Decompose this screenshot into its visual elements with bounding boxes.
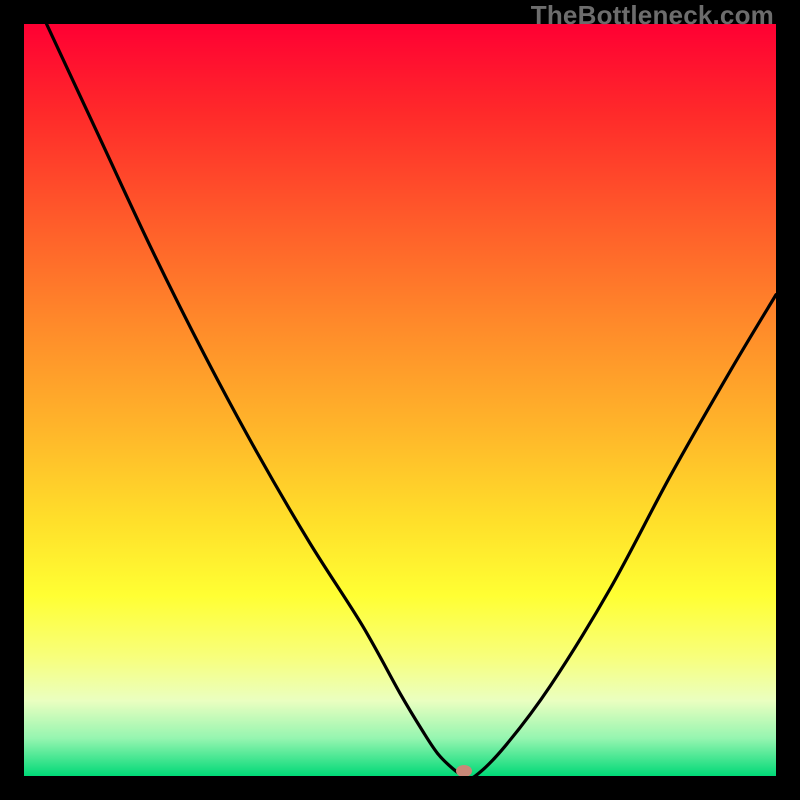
bottleneck-curve [24,24,776,776]
chart-frame: TheBottleneck.com [0,0,800,800]
watermark-text: TheBottleneck.com [531,0,774,31]
plot-area [24,24,776,776]
optimal-point-marker [456,765,472,776]
